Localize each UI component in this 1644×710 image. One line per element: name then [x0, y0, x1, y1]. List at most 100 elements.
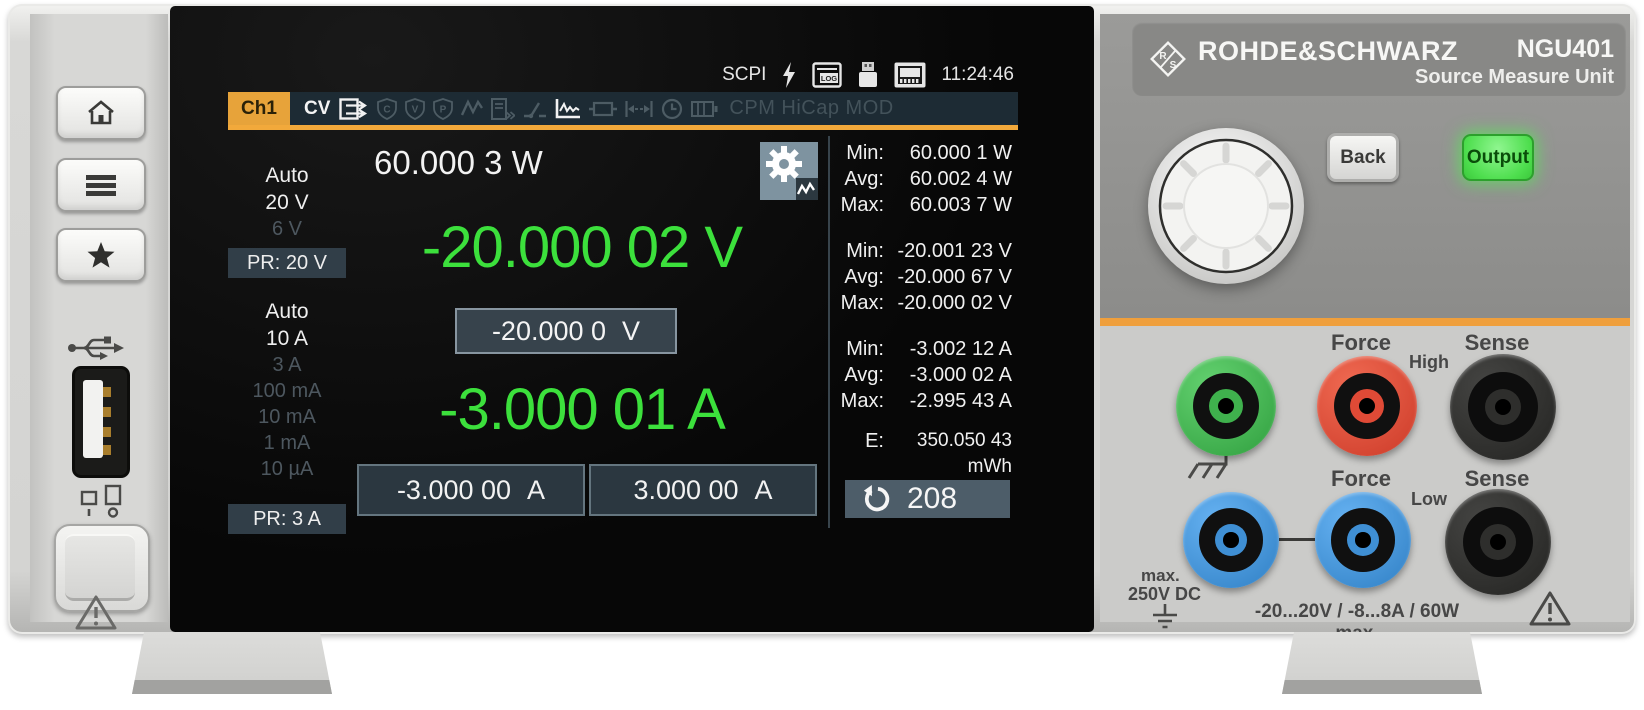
current-limit-pos-unit: A	[755, 475, 773, 506]
back-button[interactable]: Back	[1327, 133, 1399, 182]
current-limit-pos-value: 3.000 00	[633, 475, 738, 506]
svg-text:LOG: LOG	[821, 74, 837, 83]
current-range-option[interactable]: 10 mA	[228, 404, 346, 430]
brand-name: ROHDE&SCHWARZ	[1198, 36, 1458, 67]
jack-force-high-red	[1317, 356, 1417, 456]
model-number: NGU401	[1517, 35, 1614, 64]
usb-contact	[103, 445, 111, 455]
limit-p-shield-icon[interactable]: P	[433, 98, 453, 120]
lan-icon	[894, 62, 926, 88]
range-column: Auto 20 V 6 V PR: 20 V Auto 10 A 3 A 100…	[228, 130, 346, 534]
data-log-icon[interactable]	[491, 98, 515, 120]
brand-plate: R S ROHDE&SCHWARZ NGU401 Source Measure …	[1132, 22, 1626, 96]
warning-icon-right	[1528, 590, 1572, 628]
stat-label: Max:	[830, 192, 884, 218]
svg-text:S: S	[1170, 60, 1177, 71]
stat-label: Avg:	[830, 264, 884, 290]
tab-ch1[interactable]: Ch1	[228, 92, 290, 125]
jack-ground-green	[1176, 356, 1276, 456]
home-icon	[86, 100, 116, 126]
current-range-list[interactable]: Auto 10 A 3 A 100 mA 10 mA 1 mA 10 µA	[228, 278, 346, 482]
favorites-button[interactable]	[56, 228, 146, 282]
voltage-range-option[interactable]: 6 V	[228, 216, 346, 242]
stat-row: Max:60.003 7 W	[830, 192, 1018, 218]
voltage-range-active[interactable]: 20 V	[228, 189, 346, 216]
current-limit-pos-input[interactable]: 3.000 00 A	[589, 464, 817, 516]
counter-box[interactable]: 208	[845, 480, 1010, 518]
usb-port-tongue	[83, 380, 103, 458]
power-stats: Min:60.000 1 W Avg:60.002 4 W Max:60.003…	[830, 140, 1018, 218]
foot-left	[132, 632, 332, 694]
max-label: max.	[1141, 566, 1180, 586]
earth-ground-icon	[1150, 604, 1180, 630]
log-icon: LOG	[812, 62, 842, 88]
menu-button[interactable]	[56, 158, 146, 212]
stat-row: Max:-2.995 43 A	[830, 388, 1018, 414]
usb-port	[72, 366, 130, 478]
current-range-auto[interactable]: Auto	[228, 298, 346, 325]
home-button[interactable]	[56, 86, 146, 140]
jack-force-low-blue-2	[1315, 492, 1411, 588]
clock-time: 11:24:46	[941, 64, 1014, 86]
rotary-knob[interactable]	[1146, 126, 1306, 286]
current-limit-neg-input[interactable]: -3.000 00 A	[357, 464, 585, 516]
io-source-sink-icon[interactable]	[339, 98, 369, 120]
voltage-range-auto[interactable]: Auto	[228, 162, 346, 189]
force-high-label: Force	[1311, 330, 1411, 356]
power-button-face	[65, 534, 135, 601]
lcd-display: SCPI LOG	[228, 58, 1018, 534]
settings-button[interactable]	[760, 142, 818, 200]
sense-high-label: Sense	[1447, 330, 1547, 356]
current-range-option[interactable]: 10 µA	[228, 456, 346, 482]
current-limit-neg-unit: A	[527, 475, 545, 506]
stat-label: Avg:	[830, 166, 884, 192]
mode-cv-label[interactable]: CV	[304, 98, 330, 120]
warning-icon-left	[74, 594, 118, 632]
current-range-active[interactable]: 10 A	[228, 325, 346, 352]
voltage-setpoint-input[interactable]: -20.000 0 V	[455, 308, 677, 354]
energy-row: E: 350.050 43 mWh	[830, 428, 1018, 480]
stat-label: Avg:	[830, 362, 884, 388]
stat-label: Max:	[830, 290, 884, 316]
trigger-icon[interactable]	[523, 98, 547, 120]
limit-v-shield-icon[interactable]: V	[405, 98, 425, 120]
usb-contact	[103, 387, 111, 397]
stat-label: Min:	[830, 336, 884, 362]
channel-label: Ch1	[241, 98, 277, 120]
battery-hicap-icon[interactable]	[691, 98, 719, 120]
sweep-icon[interactable]	[625, 98, 653, 120]
tab-bar: Ch1 CV C V P	[228, 92, 1018, 125]
energy-value: 350.050 43 mWh	[884, 428, 1018, 480]
voltage-protection-bar[interactable]: PR: 20 V	[228, 248, 346, 278]
channel-content: Auto 20 V 6 V PR: 20 V Auto 10 A 3 A 100…	[228, 130, 1018, 534]
stat-value: -3.002 12 A	[884, 336, 1018, 362]
output-button[interactable]: Output	[1462, 134, 1534, 181]
high-label: High	[1399, 352, 1459, 373]
current-protection-bar[interactable]: PR: 3 A	[228, 504, 346, 534]
max-voltage-label: 250V DC	[1128, 584, 1201, 605]
trend-icon[interactable]	[461, 98, 483, 120]
jack-sense-high-black	[1450, 354, 1556, 460]
stat-value: -20.001 23 V	[884, 238, 1018, 264]
stat-value: 60.000 1 W	[884, 140, 1018, 166]
stat-value: 60.003 7 W	[884, 192, 1018, 218]
statistics-icon[interactable]	[555, 98, 581, 120]
power-reading: 60.000 3 W	[374, 144, 543, 182]
limit-c-shield-icon[interactable]: C	[377, 98, 397, 120]
usb-icon	[66, 334, 128, 362]
panel-accent-stripe	[1100, 318, 1630, 326]
current-range-option[interactable]: 3 A	[228, 352, 346, 378]
jack-force-low-blue	[1183, 492, 1279, 588]
stat-row: Min:-20.001 23 V	[830, 238, 1018, 264]
timer-icon[interactable]	[661, 98, 683, 120]
low-label: Low	[1399, 489, 1459, 510]
current-range-option[interactable]: 1 mA	[228, 430, 346, 456]
stat-value: -20.000 02 V	[884, 290, 1018, 316]
model-subtitle: Source Measure Unit	[1415, 66, 1614, 89]
resistance-icon[interactable]	[589, 98, 617, 120]
power-symbol	[78, 482, 128, 520]
terminal-link-line	[1279, 538, 1315, 541]
current-range-option[interactable]: 100 mA	[228, 378, 346, 404]
voltage-range-list[interactable]: Auto 20 V 6 V	[228, 130, 346, 242]
counter-value: 208	[907, 482, 957, 516]
